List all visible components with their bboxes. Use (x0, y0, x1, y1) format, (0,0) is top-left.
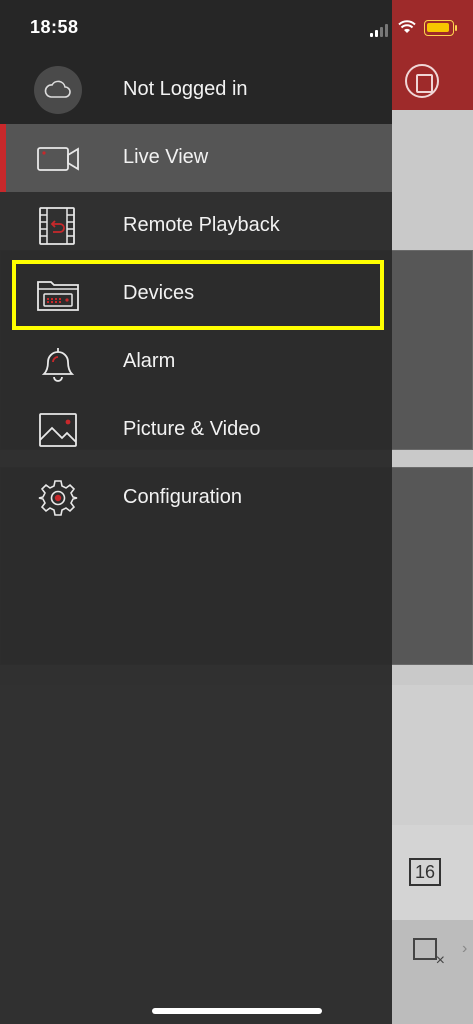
drawer-dismiss-overlay[interactable] (392, 0, 473, 1024)
highlight-annotation-box (12, 260, 384, 330)
menu-item-remote-playback[interactable]: Remote Playback (0, 192, 392, 260)
navigation-drawer: Not Logged in Live View Remote Playback (0, 0, 392, 1024)
account-status-label: Not Logged in (123, 78, 248, 100)
menu-item-picture-video[interactable]: Picture & Video (0, 396, 392, 464)
menu-item-alarm[interactable]: Alarm (0, 328, 392, 396)
cellular-signal-icon (370, 23, 390, 37)
menu-label: Picture & Video (123, 418, 261, 440)
battery-tip (455, 25, 457, 31)
menu-label: Alarm (123, 350, 176, 372)
battery-icon (424, 20, 454, 36)
bell-icon (41, 348, 75, 382)
video-camera-icon (37, 147, 79, 171)
home-indicator[interactable] (152, 1008, 322, 1014)
picture-icon (39, 413, 77, 447)
menu-item-live-view[interactable]: Live View (0, 124, 392, 192)
menu-label: Live View (123, 146, 209, 168)
wifi-icon (398, 20, 416, 33)
film-playback-icon (39, 207, 75, 245)
account-row[interactable]: Not Logged in (0, 56, 392, 124)
status-bar: 18:58 (0, 0, 473, 56)
menu-label: Remote Playback (123, 214, 280, 236)
gear-icon (38, 480, 78, 516)
menu-item-configuration[interactable]: Configuration (0, 464, 392, 532)
status-time: 18:58 (30, 17, 79, 37)
cloud-icon (34, 66, 82, 114)
menu-label: Configuration (123, 486, 242, 508)
